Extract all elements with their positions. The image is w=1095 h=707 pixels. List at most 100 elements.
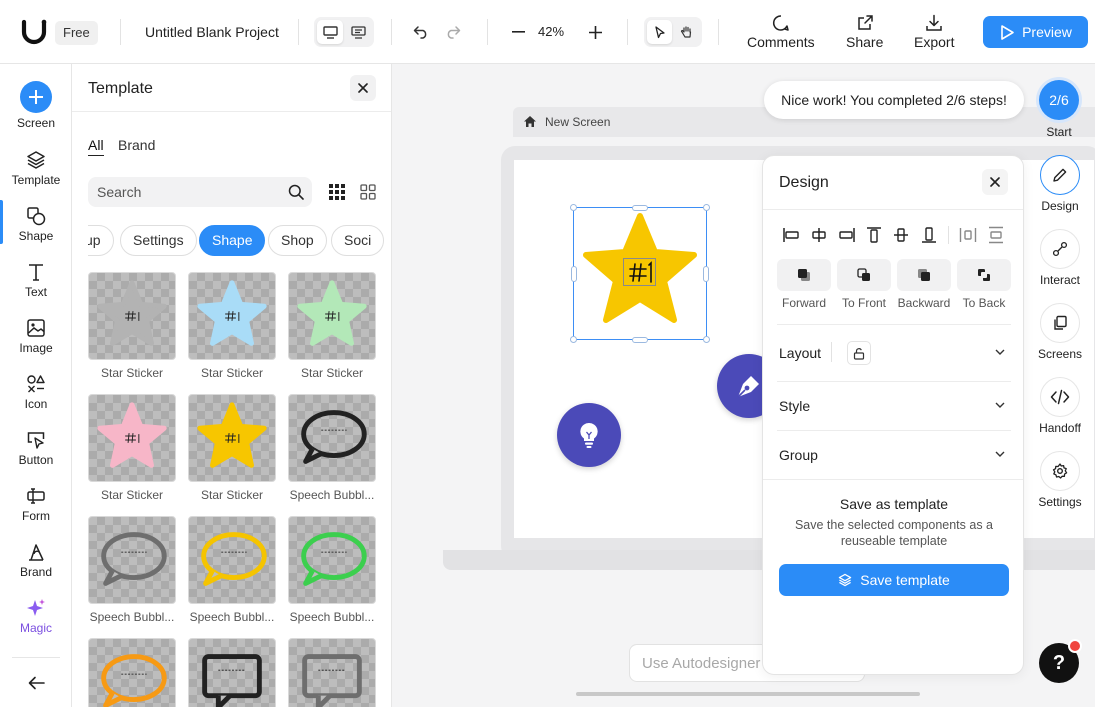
search-input[interactable] [88, 177, 278, 207]
layers-icon [838, 573, 852, 587]
rail-item-screen[interactable]: Screen [0, 81, 72, 130]
template-card[interactable]: Speech Bubbl... [88, 516, 176, 624]
close-design-button[interactable] [982, 169, 1008, 195]
lock-ratio-button[interactable] [847, 341, 871, 365]
template-card[interactable] [88, 638, 176, 707]
template-card[interactable] [188, 638, 276, 707]
large-grid-button[interactable] [357, 182, 379, 202]
align-right-button[interactable] [836, 224, 858, 246]
zoom-in-button[interactable] [585, 22, 605, 42]
template-panel: Template All Brand up Settings Shape Sho… [72, 64, 392, 707]
comments-button[interactable]: Comments [747, 14, 815, 50]
right-rail-handoff[interactable]: Handoff [1036, 377, 1084, 435]
tab-brand[interactable]: Brand [118, 137, 155, 153]
chip-up[interactable]: up [88, 225, 114, 256]
card-label: Star Sticker [200, 488, 263, 502]
chip-shape[interactable]: Shape [199, 225, 266, 256]
divider [487, 19, 488, 45]
to-front-button[interactable]: To Front [837, 259, 891, 310]
steps-progress-button[interactable]: 2/6 [1039, 80, 1079, 120]
rail-item-form[interactable]: Form [0, 486, 72, 523]
backward-button[interactable]: Backward [897, 259, 951, 310]
rail-item-image[interactable]: Image [0, 318, 72, 355]
resize-handle[interactable] [703, 266, 709, 282]
template-card[interactable]: Star Sticker [188, 272, 276, 380]
horizontal-scrollbar[interactable] [576, 692, 920, 696]
chevron-down-icon[interactable] [995, 402, 1005, 408]
project-title[interactable]: Untitled Blank Project [145, 24, 279, 40]
hand-tool-button[interactable] [674, 20, 699, 44]
send-to-back-icon [977, 268, 991, 282]
card-label: Speech Bubbl... [89, 610, 175, 624]
forward-button[interactable]: Forward [777, 259, 831, 310]
to-back-button[interactable]: To Back [957, 259, 1011, 310]
align-top-button[interactable] [863, 224, 885, 246]
lightbulb-fab[interactable] [557, 403, 621, 467]
cursor-button-icon [26, 430, 46, 450]
preview-button[interactable]: Preview [983, 16, 1088, 48]
screens-list-icon [350, 25, 366, 39]
chip-settings[interactable]: Settings [120, 225, 197, 256]
undo-button[interactable] [410, 22, 432, 42]
right-rail-interact[interactable]: Interact [1036, 229, 1084, 287]
export-button[interactable]: Export [914, 14, 954, 50]
resize-handle[interactable] [632, 205, 648, 211]
template-card[interactable]: Star Sticker [88, 272, 176, 380]
zoom-out-button[interactable] [508, 22, 528, 42]
right-rail-screens[interactable]: Screens [1036, 303, 1084, 361]
rail-item-magic[interactable]: Magic [0, 598, 72, 635]
view-mode-toggle [314, 17, 374, 47]
template-card[interactable]: Star Sticker [188, 394, 276, 502]
chip-social[interactable]: Soci [331, 225, 385, 256]
rail-item-template[interactable]: Template [0, 150, 72, 187]
resize-handle[interactable] [570, 204, 577, 211]
section-group[interactable]: Group [779, 447, 818, 463]
rail-item-button[interactable]: Button [0, 430, 72, 467]
align-bottom-button[interactable] [918, 224, 940, 246]
close-template-button[interactable] [350, 75, 376, 101]
distribute-v-button[interactable] [985, 224, 1007, 246]
section-layout[interactable]: Layout [779, 345, 821, 361]
zoom-level[interactable]: 42% [538, 24, 564, 39]
align-left-button[interactable] [780, 224, 802, 246]
desktop-view-button[interactable] [317, 20, 343, 44]
share-button[interactable]: Share [846, 14, 883, 50]
resize-handle[interactable] [570, 336, 577, 343]
collapse-rail-button[interactable] [24, 672, 48, 694]
resize-handle[interactable] [703, 204, 710, 211]
section-style[interactable]: Style [779, 398, 810, 414]
rail-item-icon[interactable]: Icon [0, 374, 72, 411]
save-template-button[interactable]: Save template [779, 564, 1009, 596]
rail-item-brand[interactable]: Brand [0, 542, 72, 579]
right-rail-settings[interactable]: Settings [1036, 451, 1084, 509]
template-card[interactable]: Star Sticker [288, 272, 376, 380]
list-view-button[interactable] [345, 20, 371, 44]
right-rail-design[interactable]: Design [1036, 155, 1084, 213]
template-card[interactable]: Speech Bubbl... [288, 516, 376, 624]
redo-button[interactable] [442, 22, 464, 42]
logo-icon[interactable] [20, 18, 50, 46]
template-card[interactable] [288, 638, 376, 707]
resize-handle[interactable] [571, 266, 577, 282]
template-card[interactable]: Star Sticker [88, 394, 176, 502]
rail-item-shape[interactable]: Shape [0, 200, 72, 244]
template-card[interactable]: Speech Bubbl... [188, 516, 276, 624]
plus-icon [588, 25, 602, 39]
search-icon[interactable] [288, 184, 304, 200]
chevron-down-icon[interactable] [995, 349, 1005, 355]
distribute-h-button[interactable] [957, 224, 979, 246]
align-middle-button[interactable] [890, 224, 912, 246]
align-center-h-button[interactable] [808, 224, 830, 246]
divider [763, 209, 1023, 210]
notification-dot [1068, 639, 1082, 653]
resize-handle[interactable] [632, 337, 648, 343]
select-tool-button[interactable] [647, 20, 672, 44]
dense-grid-button[interactable] [326, 182, 348, 202]
template-card[interactable]: Speech Bubbl... [288, 394, 376, 502]
resize-handle[interactable] [703, 336, 710, 343]
tab-all[interactable]: All [88, 137, 104, 156]
chevron-down-icon[interactable] [995, 451, 1005, 457]
chip-shop[interactable]: Shop [268, 225, 327, 256]
rail-item-text[interactable]: Text [0, 262, 72, 299]
star-thumbnail [188, 272, 276, 360]
